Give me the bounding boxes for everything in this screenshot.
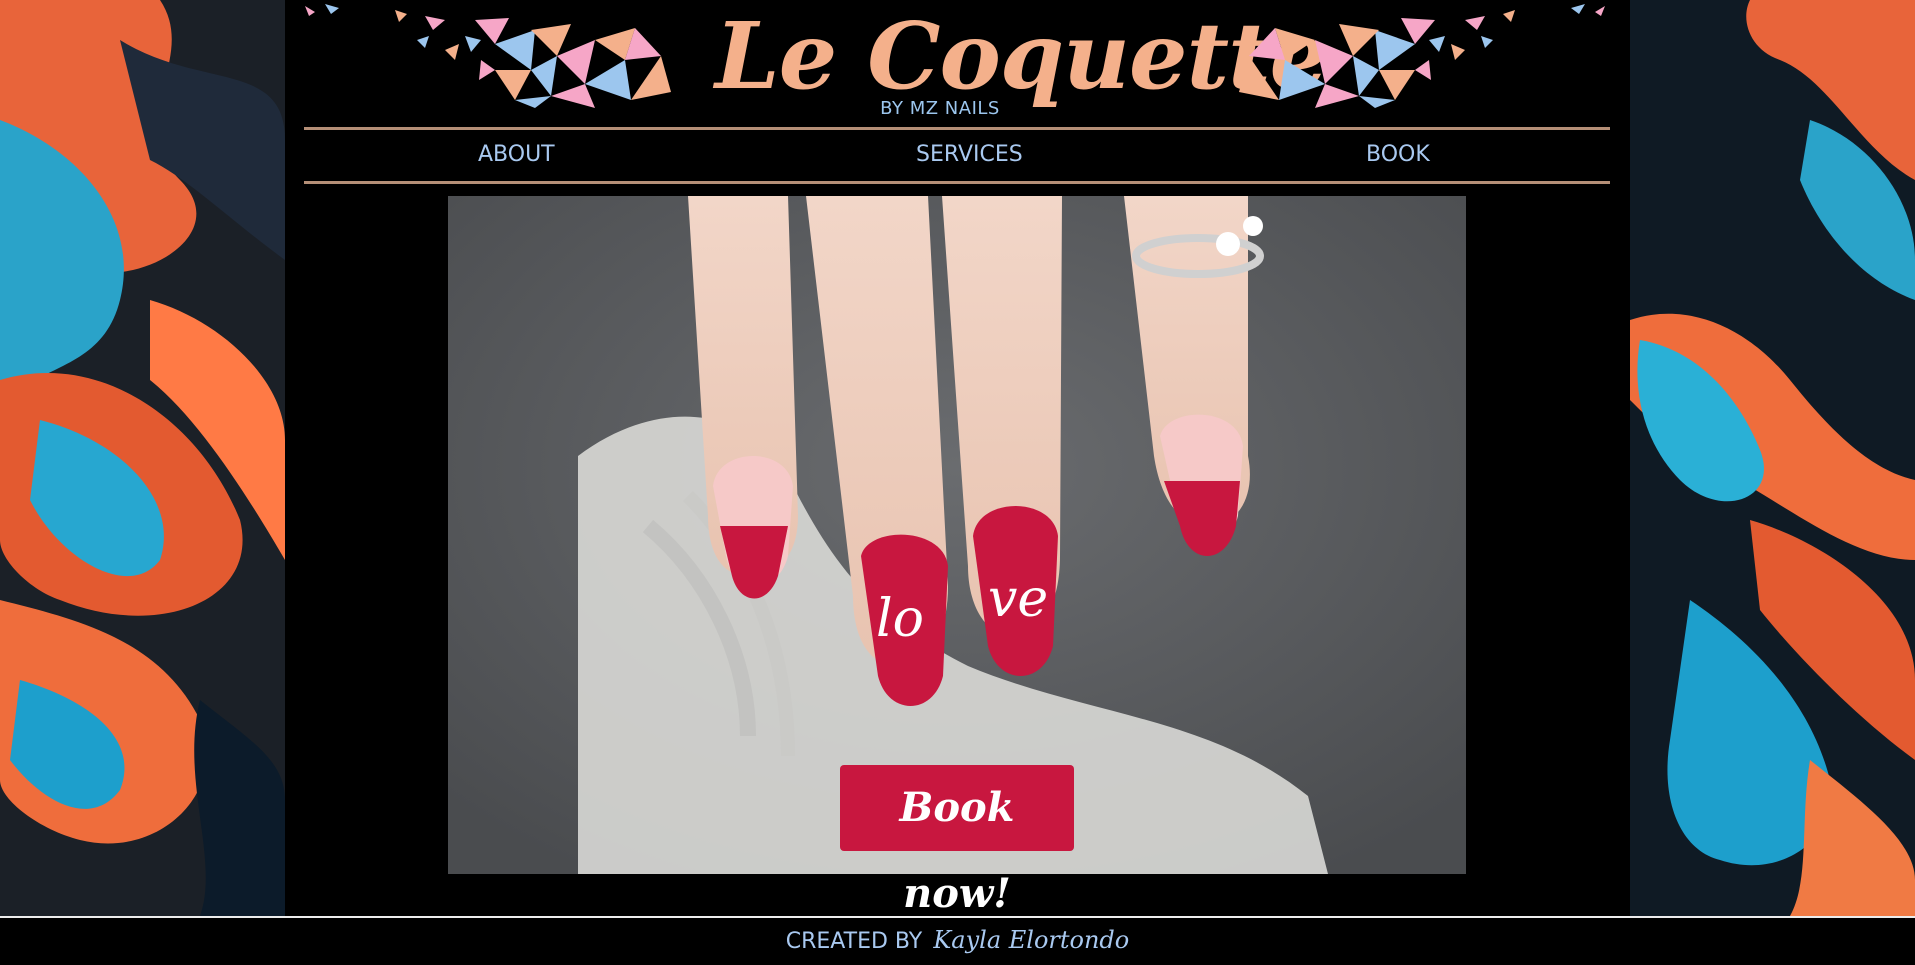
footer-created-by: CREATED BY <box>785 929 923 954</box>
right-background-art <box>1630 0 1915 916</box>
nav-services[interactable]: SERVICES <box>916 142 1023 167</box>
nav-book[interactable]: BOOK <box>1366 142 1430 167</box>
site-header: Le Coquette BY MZ NAILS <box>285 0 1630 126</box>
geometric-gems-left <box>305 4 671 108</box>
site-footer: CREATED BY Kayla Elortondo <box>0 918 1915 965</box>
main-navigation: ABOUT SERVICES BOOK <box>304 127 1610 184</box>
geometric-gems-right <box>1239 4 1605 108</box>
book-now-button[interactable]: Book now! <box>840 765 1074 917</box>
footer-author: Kayla Elortondo <box>933 926 1130 954</box>
nav-about[interactable]: ABOUT <box>478 142 555 167</box>
left-background-art <box>0 0 285 916</box>
svg-text:ve: ve <box>988 569 1048 629</box>
site-logo-subtitle: BY MZ NAILS <box>880 98 1000 119</box>
svg-text:lo: lo <box>876 589 924 649</box>
